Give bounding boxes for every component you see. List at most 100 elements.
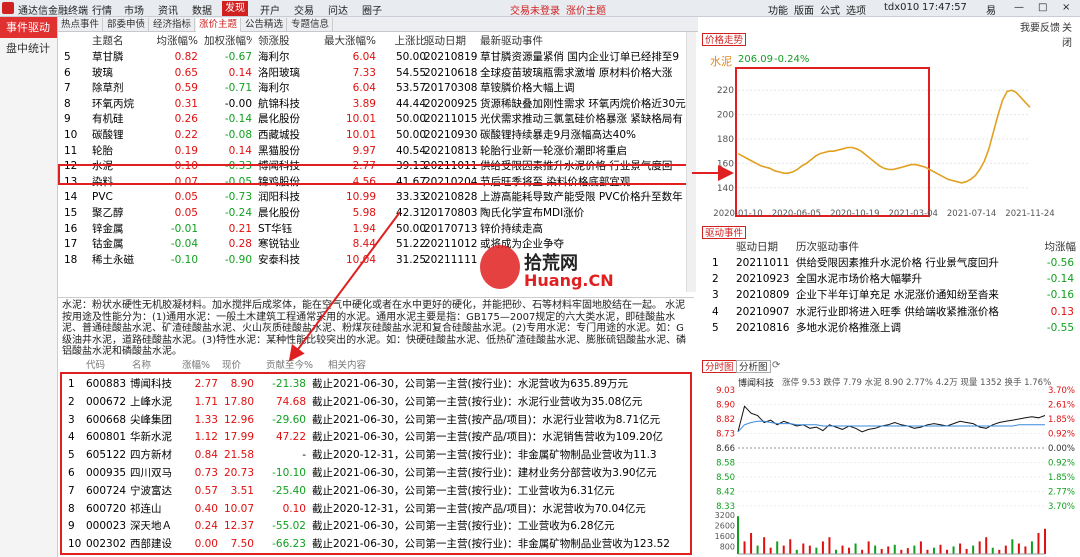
topic-row[interactable]: 9 有机硅 0.26 -0.14 晨化股份 10.01 50.00 20211015 光伏需求推… [58,112,698,128]
topic-cell-date: 20210930 [424,129,478,141]
driver-header-cell[interactable]: 驱动日期 [736,240,792,255]
stock-cell-content: 截止2020-12-31，公司第一主营(按行业)：非金属矿物制品业营收为11.3 [312,449,657,462]
stock-header-cell[interactable]: 代码 [86,358,126,375]
intraday-left-tick: 8.50 [716,473,735,483]
watermark-text-en: Huang.CN [524,271,614,290]
sidebar-item-event-driven[interactable]: 事件驱动 [0,17,57,38]
window-close-button[interactable]: × [1062,2,1070,13]
driver-row[interactable]: 5 20210816 多地水泥价格推涨上调 -0.55 [700,321,1080,336]
topic-cell-leader: 航锦科技 [258,97,300,110]
stock-row[interactable]: 5 605122 四方新材 0.84 21.58 - 截止2020-12-31，公司第一主营… [62,447,692,464]
stock-header-cell[interactable]: 贡献至今% [266,358,326,375]
stock-row[interactable]: 1 600883 博闻科技 2.77 8.90 -21.38 截止2021-06-30，公司… [62,376,692,393]
topic-cell-max: 3.89 [352,97,376,110]
topic-header-cell[interactable]: 驱动日期 [424,34,480,50]
topic-row[interactable]: 8 环氧丙烷 0.31 -0.00 航锦科技 3.89 44.44 20200925 货源稀缺叠… [58,97,698,113]
driver-row[interactable]: 4 20210907 水泥行业即将进入旺季 供给端收紧推涨价格 0.13 [700,305,1080,320]
driver-row[interactable]: 2 20210923 全国水泥市场价格大幅攀升 -0.14 [700,272,1080,287]
stock-header-cell[interactable]: 现价 [222,358,262,375]
volume-tick: 3200 [715,511,735,520]
menu-quanzi[interactable]: 圈子 [362,2,382,17]
menu-kaihu[interactable]: 开户 [260,2,280,17]
stock-cell-price: 10.07 [223,502,254,515]
tab-intraday[interactable]: 分时图 [702,360,737,373]
stock-row[interactable]: 8 600720 祁连山 0.40 10.07 0.10 截止2020-12-31，公司第一… [62,501,692,518]
tab-announcements[interactable]: 公告精选 [242,18,287,32]
stock-row[interactable]: 4 600801 华新水泥 1.12 17.99 47.22 截止2021-06-30，公司… [62,429,692,446]
intraday-left-tick: 8.90 [716,401,735,411]
topic-header-cell[interactable]: 最大涨幅% [320,34,376,50]
topic-header-cell[interactable]: 上涨比 [380,34,427,50]
topic-cell-wavg: -0.73 [224,191,252,204]
stock-row[interactable]: 2 000672 上峰水泥 1.71 17.80 74.68 截止2021-06-30，公司… [62,394,692,411]
driver-header-cell[interactable]: 历次驱动事件 [796,240,996,255]
topic-row[interactable]: 14 PVC 0.05 -0.73 润阳科技 10.99 33.33 20210828 上游高能… [58,190,698,206]
stock-cell-name: 深天地Ａ [130,520,172,533]
chart-x-tick: 2020-10-19 [830,209,879,219]
topic-row[interactable]: 11 轮胎 0.19 0.14 黑猫股份 9.97 40.54 20210813 轮胎行业新一轮… [58,144,698,160]
stock-header-cell[interactable]: 相关内容 [328,358,408,375]
feedback-link[interactable]: 我要反馈 [1020,19,1060,34]
topic-row[interactable]: 5 草甘膦 0.82 -0.67 海利尔 6.04 50.00 20210819 草甘膦资源量紧… [58,50,698,66]
tab-price-theme[interactable]: 涨价主题 [196,18,241,32]
topic-table-scrollbar[interactable] [686,32,696,292]
tab-econ-indicators[interactable]: 经济指标 [150,18,195,32]
menu-shuju[interactable]: 数据 [192,2,212,17]
topic-row[interactable]: 10 碳酸锂 0.22 -0.08 西藏城投 10.01 50.00 20210930 碳酸锂持… [58,128,698,144]
menu-faxian[interactable]: 发现 [222,1,248,16]
tab-driver-events[interactable]: 驱动事件 [702,226,747,239]
sidebar-item-intraday-stats[interactable]: 盘中统计 [0,38,57,59]
menu-gongneng[interactable]: 功能 [768,2,788,17]
window-maximize-button[interactable]: □ [1038,2,1047,13]
topic-cell-leader: 润阳科技 [258,191,300,204]
stock-row[interactable]: 3 600668 尖峰集团 1.33 12.96 -29.60 截止2021-06-30，公… [62,412,692,429]
stock-row[interactable]: 10 002302 西部建设 0.00 7.50 -66.23 截止2021-06-30，公… [62,536,692,553]
topic-row[interactable]: 6 玻璃 0.65 0.14 洛阳玻璃 7.33 54.55 20210618 全球疫苗玻璃瓶需… [58,66,698,82]
driver-row[interactable]: 3 20210809 企业下半年订单充足 水泥涨价通知纷至沓来 -0.16 [700,288,1080,303]
menu-hangqing[interactable]: 行情 [92,2,112,17]
menu-wenda[interactable]: 问达 [328,2,348,17]
tab-analysis[interactable]: 分析图 [736,360,771,373]
content-tabs: 热点事件 部委申债 经济指标 涨价主题 公告精选 专题信息 [58,17,698,32]
menu-jiaoyi[interactable]: 交易 [294,2,314,17]
stock-row[interactable]: 7 600724 宁波富达 0.57 3.51 -25.40 截止2021-06-30，公司… [62,483,692,500]
window-button-skin[interactable]: 易 [986,2,996,17]
driver-cell-date: 20210816 [736,321,790,334]
topic-header-cell[interactable]: 领涨股 [258,34,328,50]
menu-shichang[interactable]: 市场 [124,2,144,17]
driver-cell-no: 3 [712,289,719,302]
alert-trade-not-logged[interactable]: 交易未登录 [510,2,560,17]
intraday-left-tick: 8.58 [716,459,735,469]
refresh-icon[interactable]: ⟳ [772,360,780,371]
menu-gongshi[interactable]: 公式 [820,2,840,17]
stock-row[interactable]: 9 000023 深天地Ａ 0.24 12.37 -55.02 截止2021-06-30，公… [62,518,692,535]
topic-header-cell[interactable]: 主题名 [92,34,152,50]
stock-row[interactable]: 6 000935 四川双马 0.73 20.73 -10.10 截止2021-06-30，公… [62,465,692,482]
topic-header-cell[interactable]: 最新驱动事件 [480,34,690,50]
topic-row[interactable]: 16 锌金属 -0.01 0.21 ST华钰 1.94 50.00 20170713 锌价持续走… [58,222,698,238]
menu-banmian[interactable]: 版面 [794,2,814,17]
topic-row[interactable]: 15 聚乙醇 0.05 -0.24 晨化股份 5.98 42.31 20170803 陶氏化学宣… [58,206,698,222]
stock-header-cell[interactable]: 名称 [132,358,182,375]
topic-cell-leader: 西藏城投 [258,129,300,141]
topic-header-cell[interactable]: 加权涨幅% [204,34,252,50]
window-minimize-button[interactable]: — [1014,2,1024,13]
topic-cell-event: 光伏需求推动三氯氢硅价格暴涨 紧缺格局有 [480,113,683,126]
driver-header-cell[interactable]: 均涨幅 [1026,240,1077,255]
tab-ministry[interactable]: 部委申债 [104,18,149,32]
topic-header-cell[interactable]: 均涨幅% [150,34,198,50]
topic-cell-leader: 晨化股份 [258,207,300,219]
stock-header-cell[interactable]: 涨幅% [182,358,222,375]
alert-price-theme[interactable]: 涨价主题 [566,2,606,17]
intraday-right-tick: 2.77% [1048,488,1075,498]
menu-xuanxiang[interactable]: 选项 [846,2,866,17]
tab-special-info[interactable]: 专题信息 [288,18,333,32]
driver-row[interactable]: 1 20211011 供给受限因素推升水泥价格 行业景气度回升 -0.56 [700,256,1080,271]
topic-row[interactable]: 7 除草剂 0.59 -0.71 海利尔 6.04 53.57 20170308 草铵膦价格大幅… [58,81,698,97]
topic-cell-ratio: 40.54 [395,144,426,157]
stock-cell-code: 600724 [86,484,127,497]
tab-hot-events[interactable]: 热点事件 [58,18,103,32]
menu-zixun[interactable]: 资讯 [158,2,178,17]
chart-x-tick: 2021-03-04 [888,209,937,219]
tab-price-trend[interactable]: 价格走势 [702,33,747,46]
